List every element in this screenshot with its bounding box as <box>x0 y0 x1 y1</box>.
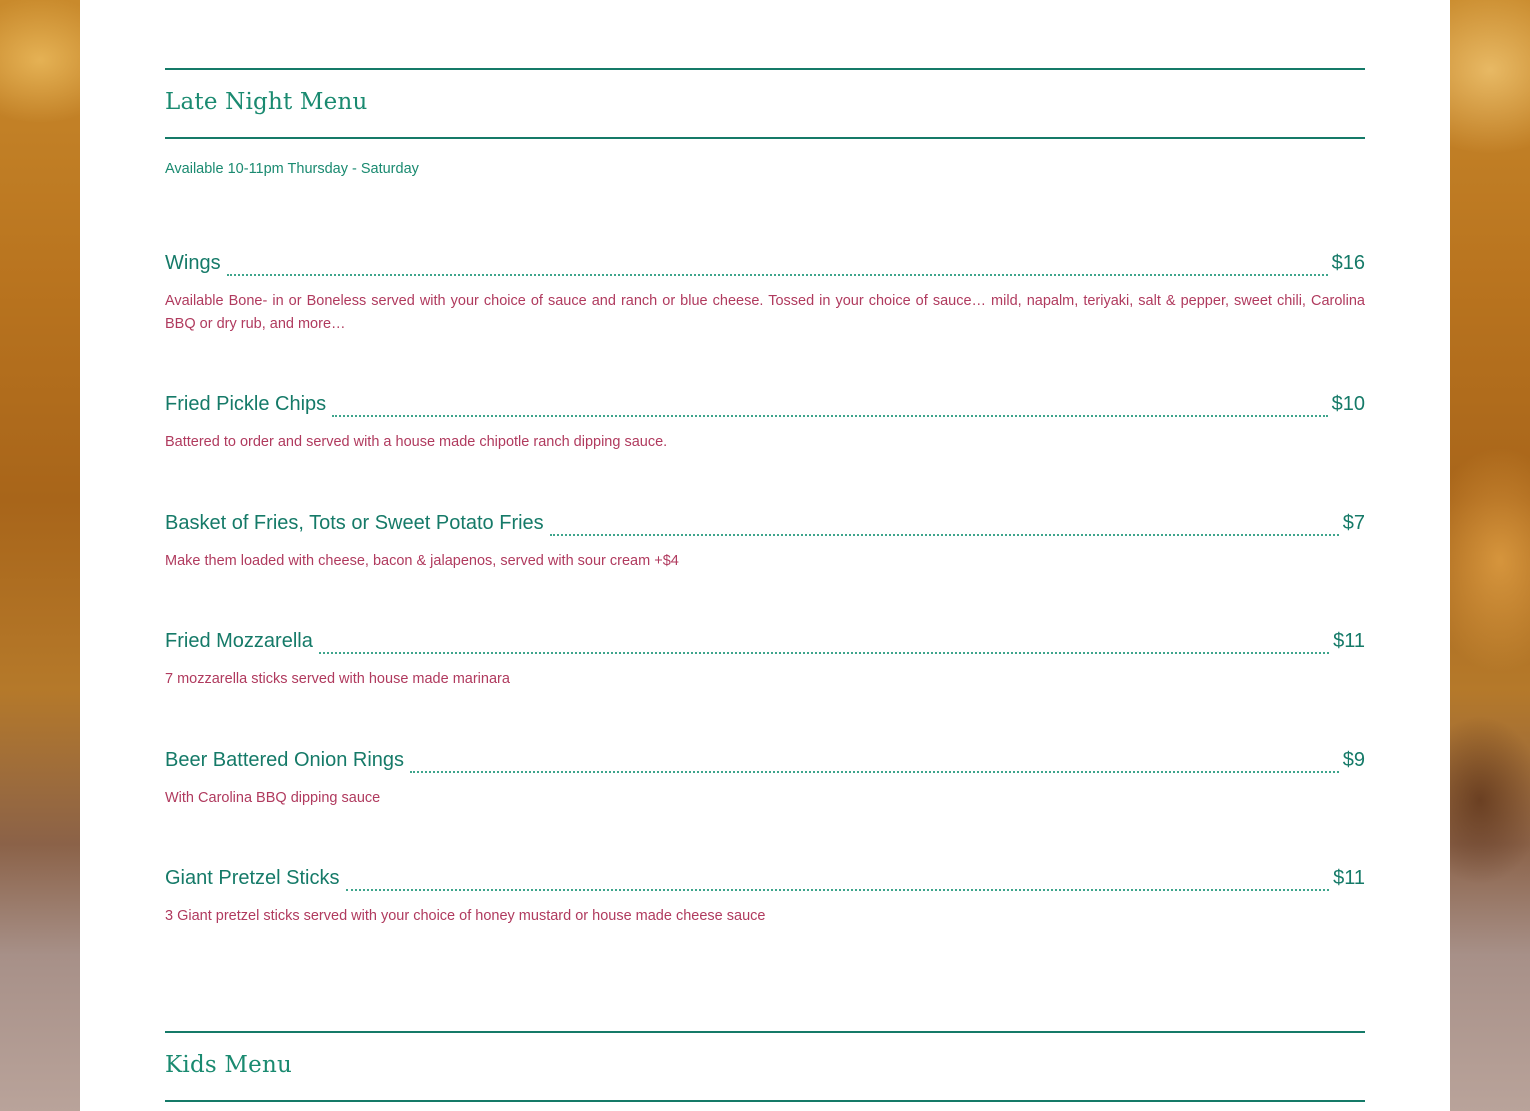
leader-dots <box>345 889 1330 891</box>
item-price: $7 <box>1342 512 1365 534</box>
item-name: Giant Pretzel Sticks <box>165 867 340 889</box>
leader-dots <box>332 415 1328 417</box>
leader-dots <box>410 771 1339 773</box>
item-price: $11 <box>1333 867 1365 889</box>
item-description: 3 Giant pretzel sticks served with your … <box>165 908 766 924</box>
menu-item: Giant Pretzel Sticks $11 3 Giant pretzel… <box>165 867 1365 928</box>
availability-note: Available 10-11pm Thursday - Saturday <box>165 161 419 177</box>
item-description: Available Bone- in or Boneless served wi… <box>165 293 1365 332</box>
item-description: With Carolina BBQ dipping sauce <box>165 790 381 806</box>
item-description: Make them loaded with cheese, bacon & ja… <box>165 553 679 569</box>
kids-menu-title: Kids Menu <box>165 1052 292 1078</box>
kids-menu-header: Kids Menu <box>165 1031 1365 1102</box>
item-name: Basket of Fries, Tots or Sweet Potato Fr… <box>165 512 544 534</box>
item-name: Fried Mozzarella <box>165 630 313 652</box>
late-night-menu-header: Late Night Menu <box>165 68 1365 139</box>
menu-panel: Late Night Menu Available 10-11pm Thursd… <box>80 0 1450 1111</box>
late-night-menu-title: Late Night Menu <box>165 89 368 115</box>
menu-item: Basket of Fries, Tots or Sweet Potato Fr… <box>165 512 1365 573</box>
item-price: $10 <box>1331 393 1365 415</box>
leader-dots <box>318 652 1330 654</box>
item-description: 7 mozzarella sticks served with house ma… <box>165 671 510 687</box>
item-name: Fried Pickle Chips <box>165 393 327 415</box>
item-name: Wings <box>165 252 221 274</box>
menu-item: Beer Battered Onion Rings $9 With Caroli… <box>165 749 1365 810</box>
item-price: $9 <box>1342 749 1365 771</box>
leader-dots <box>226 274 1328 276</box>
item-price: $11 <box>1333 630 1365 652</box>
menu-item: Fried Pickle Chips $10 Battered to order… <box>165 393 1365 454</box>
item-price: $16 <box>1331 252 1365 274</box>
item-name: Beer Battered Onion Rings <box>165 749 405 771</box>
leader-dots <box>549 534 1339 536</box>
menu-item: Fried Mozzarella $11 7 mozzarella sticks… <box>165 630 1365 691</box>
menu-item: Wings $16 Available Bone- in or Boneless… <box>165 252 1365 336</box>
item-description: Battered to order and served with a hous… <box>165 434 668 450</box>
